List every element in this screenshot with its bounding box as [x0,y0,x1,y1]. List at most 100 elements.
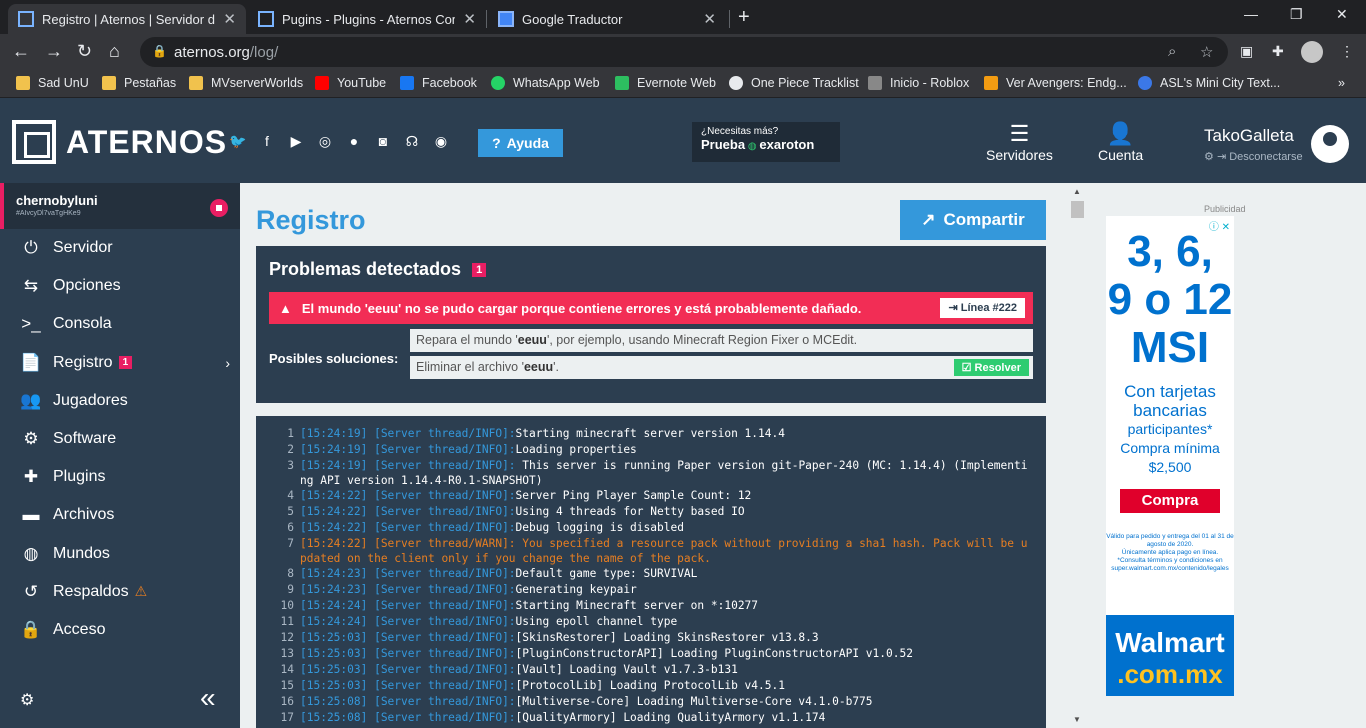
log-line: 3 [15:24:19] [Server thread/INFO]: This s… [287,459,1028,487]
log-line: 10 [15:24:24] [Server thread/INFO]: Start… [280,599,759,612]
youtube-icon[interactable]: ▶ [286,133,306,151]
sidebar-item-consola[interactable]: >_ Consola [0,305,240,343]
user-lock-icon: 🔒 [20,619,42,639]
warning-icon: ⚠ [134,583,148,600]
user-avatar[interactable] [1311,125,1349,163]
log-line: 2 [15:24:19] [Server thread/INFO]: Loadin… [287,443,637,456]
exaroton-icon: ◍ [747,141,757,152]
log-line: 1 [15:24:19] [Server thread/INFO]: Starti… [287,427,785,440]
globe-icon [1138,76,1152,90]
bookmark-evernote[interactable]: Evernote Web [615,76,716,90]
sidebar-item-respaldos[interactable]: ↺ Respaldos ⚠ [0,573,240,611]
sidebar-item-opciones[interactable]: ⇆ Opciones [0,267,240,305]
new-tab-button[interactable]: + [738,6,750,29]
bookmark-asl[interactable]: ASL's Mini City Text... [1138,76,1280,90]
file-icon: 📄 [20,352,42,372]
sidebar-item-mundos[interactable]: ◍ Mundos [0,535,240,573]
close-tab-icon[interactable]: ✕ [223,10,236,28]
ad-buy-button[interactable]: Compra [1120,489,1220,513]
globe-icon [729,76,743,90]
bookmark-one-piece[interactable]: One Piece Tracklist [729,76,859,90]
forward-icon[interactable]: → [45,41,63,62]
sidebar-item-registro[interactable]: 📄 Registro 1 › [0,344,240,382]
log-output[interactable]: 1 [15:24:19] [Server thread/INFO]: Starti… [256,416,1046,728]
bookmark-sad-unu[interactable]: Sad UnU [16,76,89,90]
reddit-icon[interactable]: ● [344,133,364,151]
tab-translator[interactable]: Google Traductor ✕ [488,4,726,34]
folder-icon [102,76,116,90]
sidebar-item-jugadores[interactable]: 👥 Jugadores [0,382,240,420]
servers-icon: ☰ [1009,121,1030,146]
menu-icon[interactable]: ⋮ [1340,43,1354,60]
close-tab-icon[interactable]: ✕ [463,10,476,28]
bookmark-facebook[interactable]: Facebook [400,76,477,90]
aternos-logo[interactable]: ATERNOS [12,120,227,164]
bookmark-avengers[interactable]: Ver Avengers: Endg... [984,76,1127,90]
power-icon: ⏻ [24,238,38,258]
log-line: 6 [15:24:22] [Server thread/INFO]: Debug … [287,521,684,534]
resolve-button[interactable]: ☑ Resolver [953,359,1029,376]
back-icon[interactable]: ← [12,41,30,62]
cast-icon[interactable]: ▣ [1240,43,1253,60]
exaroton-promo[interactable]: ¿Necesitas más? Prueba ◍ exaroton [692,122,840,162]
question-icon: ? [492,135,501,151]
history-icon: ↺ [23,581,39,601]
servers-link[interactable]: ☰ Servidores [986,121,1053,163]
walmart-logo[interactable]: Walmart .com.mx [1106,615,1234,696]
sidebar-item-acceso[interactable]: 🔒 Acceso [0,611,240,649]
close-tab-icon[interactable]: ✕ [703,10,716,28]
zoom-icon[interactable]: ⌕ [1168,43,1176,60]
youtube-icon [315,76,329,90]
star-icon [984,76,998,90]
maximize-icon[interactable]: ❐ [1290,6,1303,23]
tab-registro[interactable]: Registro | Aternos | Servidor de M ✕ [8,4,246,34]
evernote-icon [615,76,629,90]
tab-plugins[interactable]: Pugins - Plugins - Aternos Comm ✕ [248,4,486,34]
log-line: 5 [15:24:22] [Server thread/INFO]: Using … [287,505,745,518]
log-line: 16 [15:25:08] [Server thread/INFO]: [Mult… [280,695,873,708]
settings-icon[interactable]: ⚙ [20,690,34,710]
account-link[interactable]: 👤 Cuenta [1098,121,1143,163]
sidebar-item-servidor[interactable]: ⏻ Servidor [0,229,240,267]
address-bar[interactable]: 🔒 aternos.org/log/ ⌕ ☆ [140,37,1228,67]
sidebar-item-plugins[interactable]: ✚ Plugins [0,458,240,496]
instagram-icon[interactable]: ◎ [315,133,335,151]
bookmark-pestanas[interactable]: Pestañas [102,76,176,90]
bookmark-whatsapp[interactable]: WhatsApp Web [491,76,600,90]
page-title: Registro [256,205,366,235]
line-link-button[interactable]: ⇥ Línea #222 [940,298,1025,318]
check-icon: ☑ [961,362,972,374]
sidebar-item-software[interactable]: ⚙ Software [0,420,240,458]
server-card[interactable]: chernobyluni #AIvcyDl7vaTgHKe9 [0,183,240,229]
twitter-icon[interactable]: 🐦 [228,133,248,151]
more-bookmarks-icon[interactable]: » [1338,76,1345,90]
minimize-icon[interactable]: — [1244,6,1258,22]
facebook-icon[interactable]: f [257,133,277,151]
facebook-icon [400,76,414,90]
logout-link[interactable]: ⇥ Desconectarse [1217,151,1303,163]
gear-icon[interactable]: ⚙ [1204,151,1214,163]
extensions-icon[interactable]: ✚ [1272,43,1284,60]
stop-icon[interactable] [210,199,228,217]
home-icon[interactable]: ⌂ [109,41,120,62]
support-icon[interactable]: ☊ [402,133,422,151]
google-translate-icon [498,11,514,27]
sidebar-item-archivos[interactable]: ▬ Archivos [0,496,240,534]
bookmark-youtube[interactable]: YouTube [315,76,386,90]
reload-icon[interactable]: ↻ [77,41,92,62]
bookmark-star-icon[interactable]: ☆ [1200,43,1213,61]
scroll-thumb[interactable] [1071,201,1084,218]
github-icon[interactable]: ◉ [431,133,451,151]
bookmark-mvserverworlds[interactable]: MVserverWorlds [189,76,303,90]
error-alert: ▲ El mundo 'eeuu' no se pudo cargar porq… [269,292,1033,324]
profile-avatar[interactable] [1301,41,1323,63]
folder-icon [189,76,203,90]
help-button[interactable]: ? Ayuda [478,129,563,157]
close-window-icon[interactable]: ✕ [1336,6,1348,23]
collapse-sidebar-icon[interactable]: « [200,682,216,714]
chevron-right-icon: › [225,354,230,371]
bookmark-roblox[interactable]: Inicio - Roblox [868,76,969,90]
page-scrollbar[interactable]: ▲ ▼ [1070,183,1085,728]
share-button[interactable]: ↗ Compartir [900,200,1046,240]
discord-icon[interactable]: ◙ [373,133,393,151]
